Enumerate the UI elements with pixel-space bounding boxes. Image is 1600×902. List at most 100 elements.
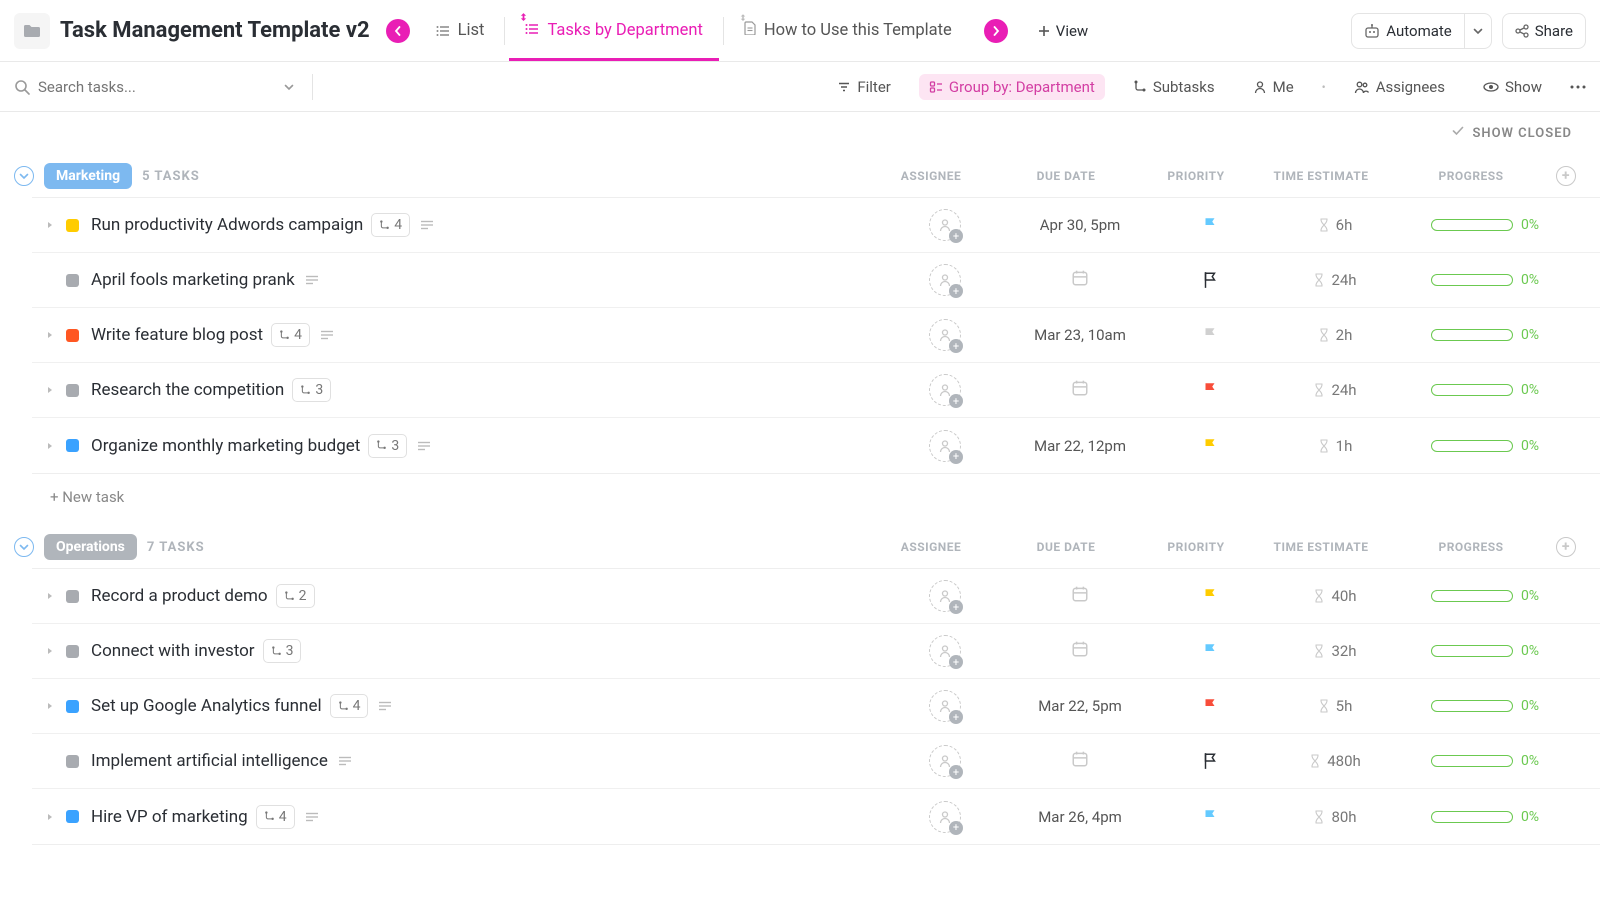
assignee-cell[interactable]: + (890, 319, 1000, 351)
time-estimate-cell[interactable]: 40h (1260, 587, 1410, 605)
priority-cell[interactable] (1160, 326, 1260, 344)
new-task-button[interactable]: + New task (0, 474, 1600, 520)
task-row[interactable]: Organize monthly marketing budget 3 + Ma… (32, 418, 1600, 473)
priority-cell[interactable] (1160, 697, 1260, 715)
task-row[interactable]: Implement artificial intelligence + 480h… (32, 734, 1600, 789)
add-column-button[interactable]: + (1546, 537, 1586, 557)
progress-cell[interactable]: 0% (1410, 753, 1560, 769)
due-date-cell[interactable] (1000, 269, 1160, 291)
due-date-cell[interactable] (1000, 379, 1160, 401)
time-estimate-cell[interactable]: 2h (1260, 326, 1410, 344)
subtask-badge[interactable]: 3 (263, 639, 302, 663)
add-column-button[interactable]: + (1546, 166, 1586, 186)
status-square[interactable] (66, 219, 79, 232)
status-square[interactable] (66, 439, 79, 452)
expand-caret[interactable] (46, 386, 60, 394)
show-chip[interactable]: Show (1473, 74, 1552, 100)
due-date-cell[interactable] (1000, 585, 1160, 607)
task-row[interactable]: Record a product demo 2 + 40h 0% (32, 569, 1600, 624)
chevron-down-icon[interactable] (284, 82, 294, 92)
priority-cell[interactable] (1160, 381, 1260, 399)
status-square[interactable] (66, 755, 79, 768)
priority-cell[interactable] (1160, 587, 1260, 605)
task-row[interactable]: Research the competition 3 + 24h 0% (32, 363, 1600, 418)
task-row[interactable]: Connect with investor 3 + 32h 0% (32, 624, 1600, 679)
status-square[interactable] (66, 274, 79, 287)
collapse-button[interactable] (14, 537, 34, 557)
assignee-cell[interactable]: + (890, 374, 1000, 406)
assignee-cell[interactable]: + (890, 801, 1000, 833)
collapse-button[interactable] (14, 166, 34, 186)
status-square[interactable] (66, 590, 79, 603)
expand-caret[interactable] (46, 221, 60, 229)
subtask-badge[interactable]: 4 (271, 323, 310, 347)
expand-caret[interactable] (46, 331, 60, 339)
automate-button[interactable]: Automate (1351, 13, 1464, 49)
progress-cell[interactable]: 0% (1410, 327, 1560, 343)
task-row[interactable]: Write feature blog post 4 + Mar 23, 10am… (32, 308, 1600, 363)
subtask-badge[interactable]: 2 (276, 584, 315, 608)
subtasks-chip[interactable]: Subtasks (1123, 74, 1225, 100)
more-icon[interactable] (1570, 85, 1586, 89)
task-row[interactable]: Hire VP of marketing 4 + Mar 26, 4pm 80h… (32, 789, 1600, 844)
status-square[interactable] (66, 810, 79, 823)
folder-button[interactable] (14, 13, 50, 49)
progress-cell[interactable]: 0% (1410, 588, 1560, 604)
status-square[interactable] (66, 384, 79, 397)
assignee-cell[interactable]: + (890, 690, 1000, 722)
assignees-chip[interactable]: Assignees (1344, 74, 1455, 100)
time-estimate-cell[interactable]: 24h (1260, 271, 1410, 289)
group-by-chip[interactable]: Group by: Department (919, 74, 1105, 100)
time-estimate-cell[interactable]: 24h (1260, 381, 1410, 399)
add-view-button[interactable]: View (1026, 13, 1100, 49)
task-row[interactable]: Run productivity Adwords campaign 4 + Ap… (32, 198, 1600, 253)
task-row[interactable]: April fools marketing prank + 24h 0% (32, 253, 1600, 308)
priority-cell[interactable] (1160, 271, 1260, 289)
expand-caret[interactable] (46, 647, 60, 655)
priority-cell[interactable] (1160, 216, 1260, 234)
due-date-cell[interactable]: Mar 23, 10am (1000, 326, 1160, 344)
due-date-cell[interactable]: Mar 26, 4pm (1000, 808, 1160, 826)
status-square[interactable] (66, 645, 79, 658)
time-estimate-cell[interactable]: 80h (1260, 808, 1410, 826)
progress-cell[interactable]: 0% (1410, 438, 1560, 454)
time-estimate-cell[interactable]: 480h (1260, 752, 1410, 770)
task-row[interactable]: Set up Google Analytics funnel 4 + Mar 2… (32, 679, 1600, 734)
expand-caret[interactable] (46, 702, 60, 710)
assignee-cell[interactable]: + (890, 635, 1000, 667)
share-button[interactable]: Share (1502, 13, 1586, 49)
tab-list[interactable]: List (420, 0, 501, 61)
assignee-cell[interactable]: + (890, 209, 1000, 241)
due-date-cell[interactable] (1000, 750, 1160, 772)
time-estimate-cell[interactable]: 32h (1260, 642, 1410, 660)
expand-caret[interactable] (46, 813, 60, 821)
tab-how-to-use[interactable]: How to Use this Template (728, 0, 968, 61)
priority-cell[interactable] (1160, 808, 1260, 826)
tab-tasks-by-department[interactable]: Tasks by Department (509, 0, 718, 61)
expand-caret[interactable] (46, 592, 60, 600)
progress-cell[interactable]: 0% (1410, 698, 1560, 714)
assignee-cell[interactable]: + (890, 430, 1000, 462)
subtask-badge[interactable]: 3 (292, 378, 331, 402)
priority-cell[interactable] (1160, 642, 1260, 660)
show-closed-toggle[interactable]: SHOW CLOSED (0, 112, 1600, 149)
priority-cell[interactable] (1160, 752, 1260, 770)
progress-cell[interactable]: 0% (1410, 382, 1560, 398)
progress-cell[interactable]: 0% (1410, 217, 1560, 233)
progress-cell[interactable]: 0% (1410, 643, 1560, 659)
subtask-badge[interactable]: 4 (371, 213, 410, 237)
subtask-badge[interactable]: 4 (330, 694, 369, 718)
expand-caret[interactable] (46, 442, 60, 450)
due-date-cell[interactable]: Mar 22, 5pm (1000, 697, 1160, 715)
due-date-cell[interactable]: Mar 22, 12pm (1000, 437, 1160, 455)
subtask-badge[interactable]: 3 (368, 434, 407, 458)
subtask-badge[interactable]: 4 (256, 805, 295, 829)
group-name[interactable]: Marketing (44, 163, 132, 189)
time-estimate-cell[interactable]: 1h (1260, 437, 1410, 455)
due-date-cell[interactable]: Apr 30, 5pm (1000, 216, 1160, 234)
search-input[interactable] (38, 78, 218, 96)
group-name[interactable]: Operations (44, 534, 137, 560)
nav-prev-button[interactable] (386, 19, 410, 43)
status-square[interactable] (66, 329, 79, 342)
time-estimate-cell[interactable]: 5h (1260, 697, 1410, 715)
